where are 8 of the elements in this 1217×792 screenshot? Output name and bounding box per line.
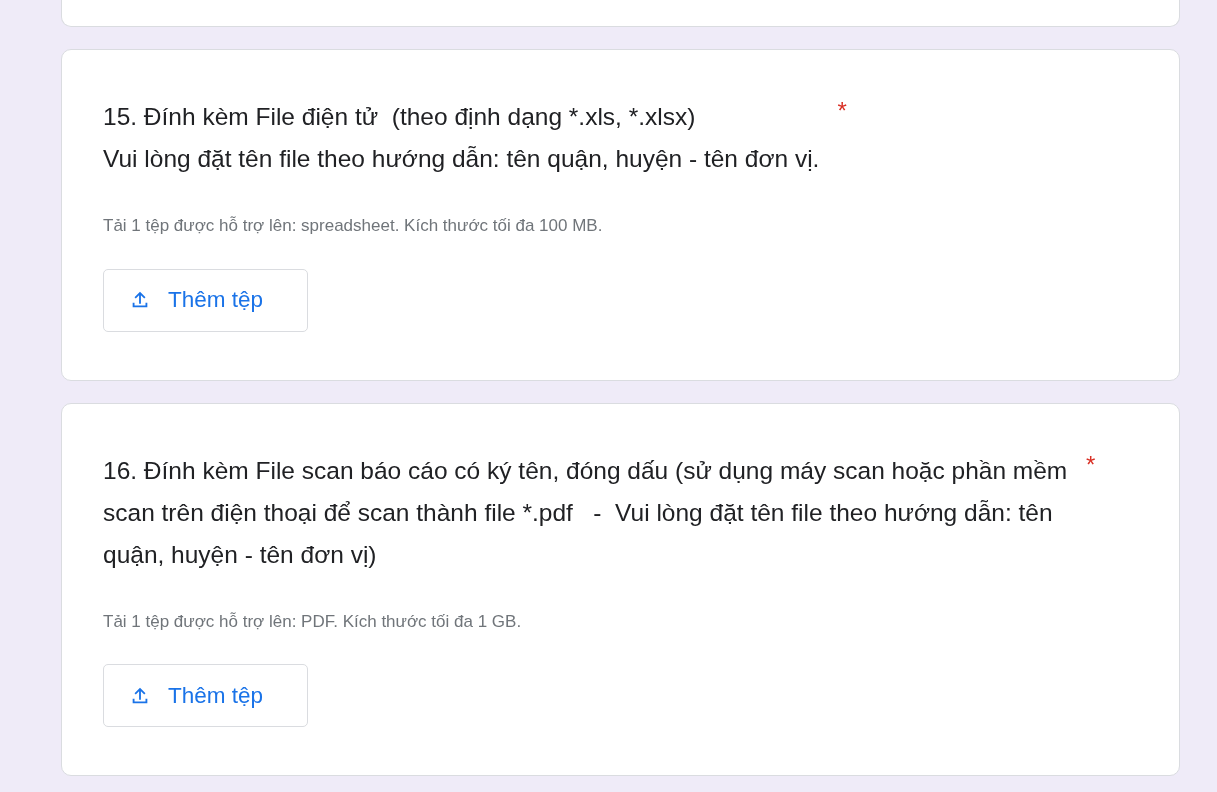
required-mark: *	[837, 96, 847, 126]
helper-text: Tải 1 tệp được hỗ trợ lên: spreadsheet. Kích thước tối đa 100 MB.	[103, 215, 604, 237]
add-file-button[interactable]: Thêm tệp	[103, 268, 308, 332]
question-title: 15. Đính kèm File điện tử (theo định dạng *.xls, *.xlsx) Vui lòng đặt tên file theo hướng dẫn: tên quận, huyện - tên đơn vị.	[103, 102, 820, 174]
add-file-button[interactable]: Thêm tệp	[103, 664, 308, 727]
helper-text: Tải 1 tệp được hỗ trợ lên: PDF. Kích thước tối đa 1 GB.	[103, 610, 523, 633]
required-mark: *	[1086, 449, 1096, 480]
question-title: 16. Đính kèm File scan báo cáo có ký tên, đóng dấu (sử dụng máy scan hoặc phần mềm scan trên điện thoại để scan thành file *.pdf - Vui lòng đặt tên file theo hướng dẫn: tên quận, huyện - tên đơn vị)	[103, 455, 1068, 570]
